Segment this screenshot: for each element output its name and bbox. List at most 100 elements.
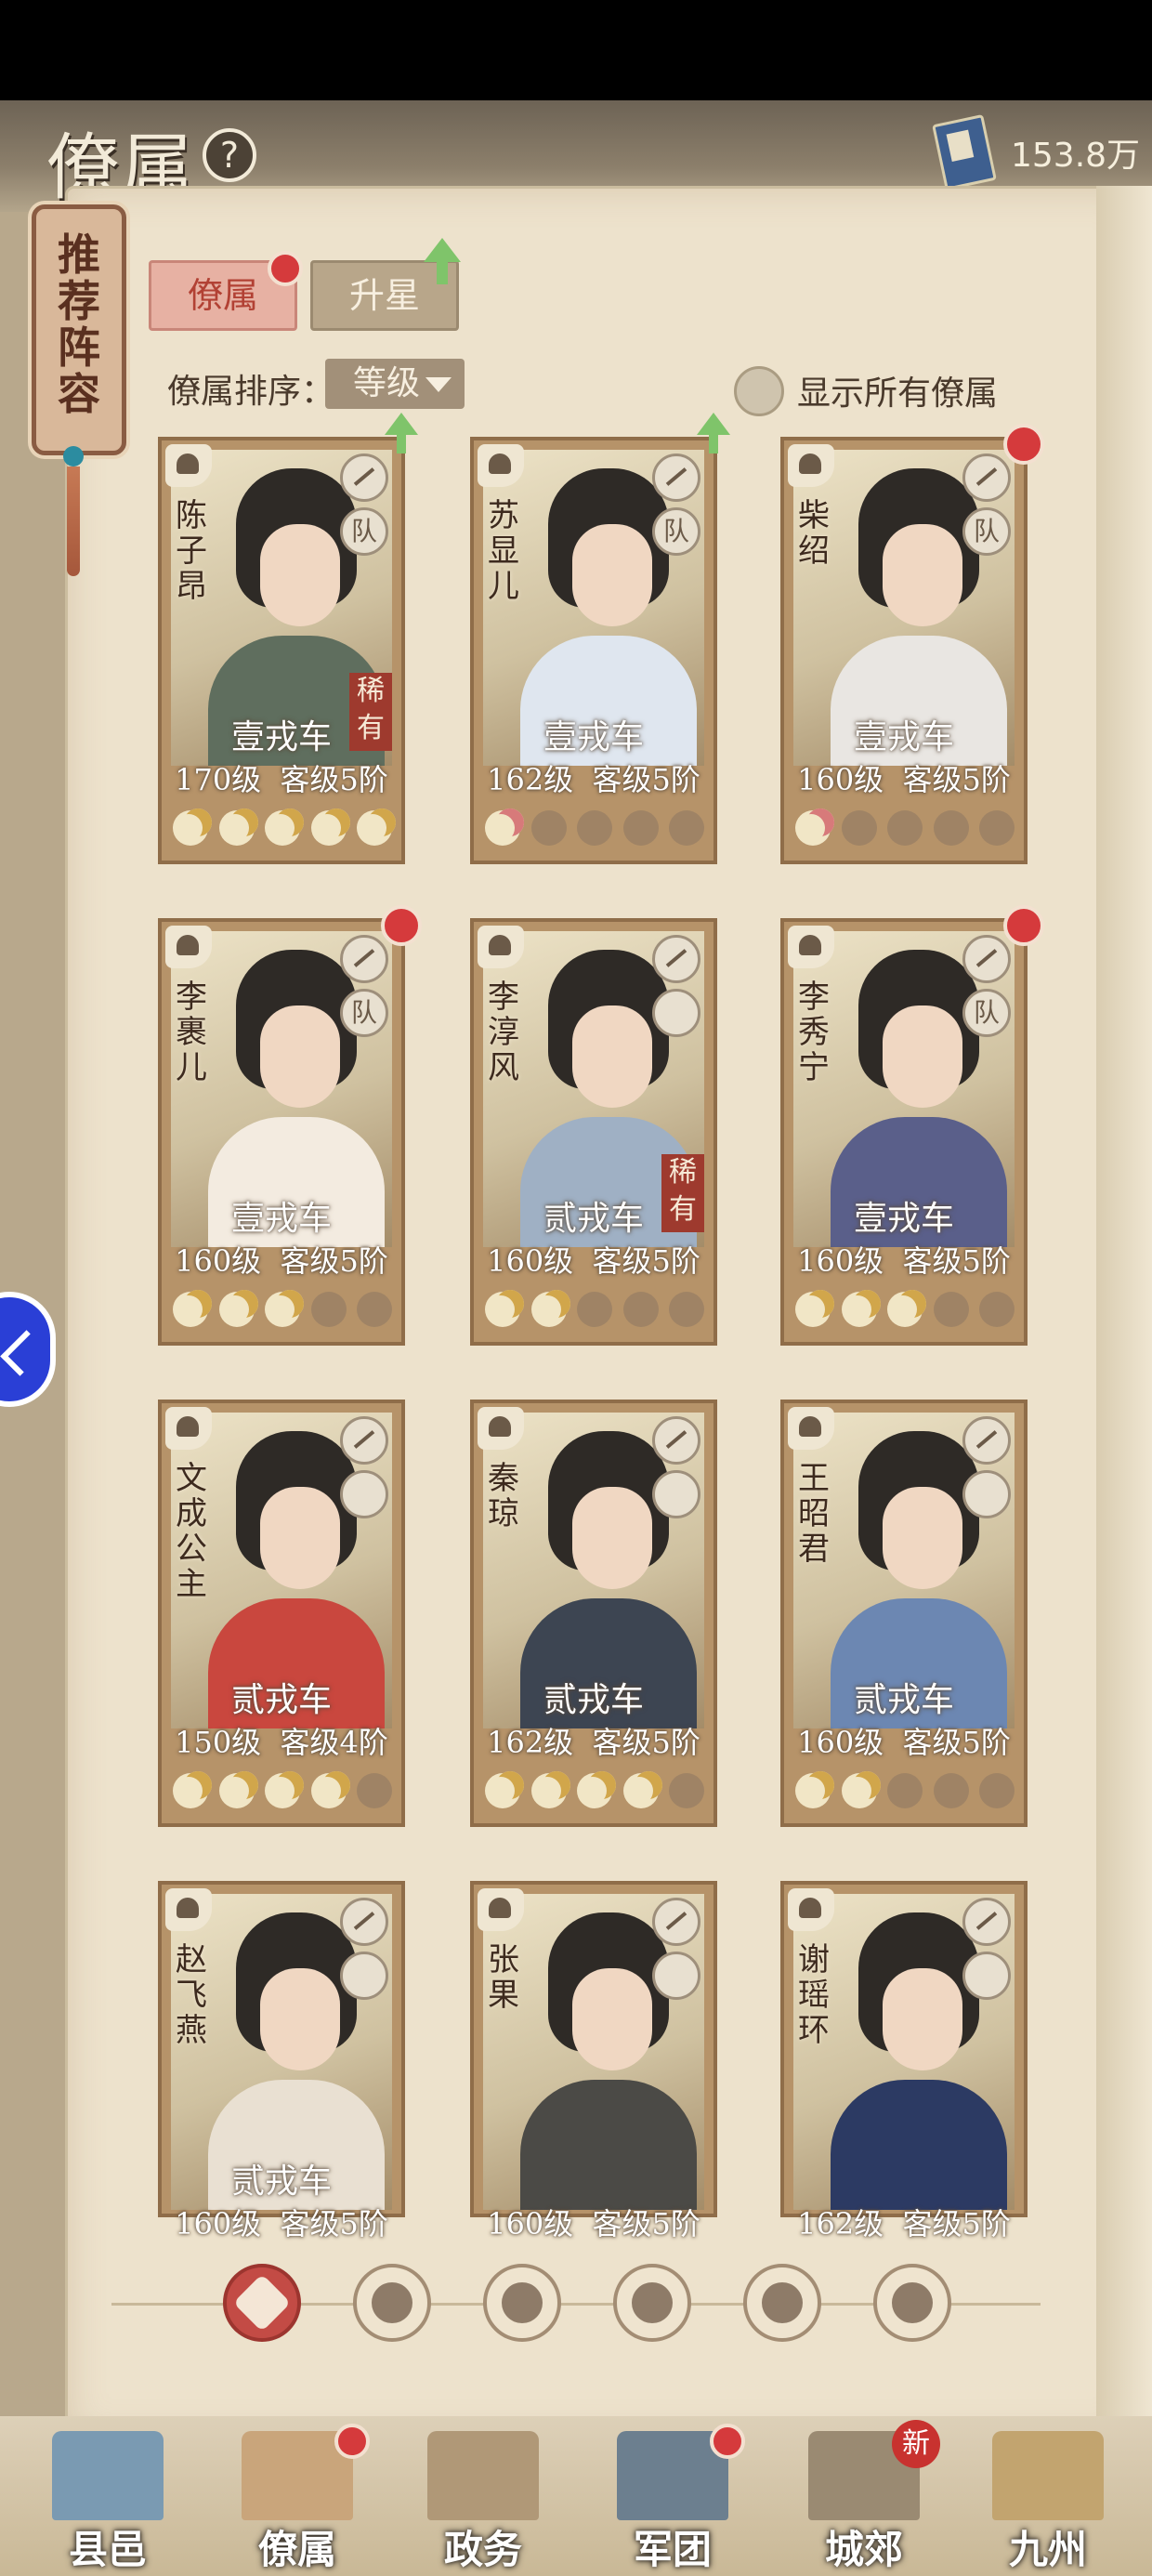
weapon-skill-icon [340, 935, 388, 983]
chariot-rank: 贰戎车 [230, 2162, 332, 2201]
class-icon [788, 1888, 834, 1931]
star-moons [795, 1286, 1015, 1333]
filter-beast-icon[interactable] [743, 2264, 821, 2342]
subordinate-card[interactable]: 李裹儿 队壹戎车 160级 客级5阶 [158, 918, 405, 1346]
portrait-skill-icon [962, 1470, 1011, 1518]
weapon-skill-icon [962, 1898, 1011, 1946]
level-text: 160级 客级5阶 [175, 2206, 388, 2241]
level-text: 162级 客级5阶 [487, 1725, 700, 1760]
subordinate-card[interactable]: 李淳风稀有贰戎车 160级 客级5阶 [470, 918, 717, 1346]
character-name: 陈子昂 [176, 497, 207, 605]
level-text: 160级 客级5阶 [487, 2206, 700, 2241]
character-name: 苏显儿 [488, 497, 519, 605]
team-skill-icon: 队 [340, 507, 388, 556]
class-icon [788, 926, 834, 968]
moon-icon [622, 1292, 659, 1327]
level-text: 160级 客级5阶 [797, 1725, 1011, 1760]
recommended-lineup-tag[interactable]: 推荐阵容 [32, 204, 126, 455]
upgrade-arrow-icon [385, 413, 418, 453]
moon-icon [357, 808, 396, 846]
card-notification-dot [381, 905, 422, 946]
moon-icon [841, 810, 877, 846]
moon-icon [795, 1290, 834, 1327]
nav-building-icon [992, 2431, 1104, 2520]
filter-leaf-icon[interactable] [873, 2264, 951, 2342]
nav-item[interactable]: 九州 [974, 2431, 1122, 2572]
level-text: 160级 客级5阶 [797, 762, 1011, 797]
card-notification-dot [1003, 424, 1044, 465]
sort-dropdown[interactable]: 等级 [325, 359, 465, 409]
chariot-rank: 贰戎车 [543, 1681, 644, 1719]
moon-icon [669, 1773, 704, 1808]
chariot-rank: 壹戎车 [230, 718, 332, 756]
subordinate-card[interactable]: 文成公主贰戎车 150级 客级4阶 [158, 1400, 405, 1827]
sort-label: 僚属排序： [167, 373, 335, 411]
subordinate-card[interactable]: 张果 160级 客级5阶 [470, 1881, 717, 2241]
filter-scholar-icon[interactable] [353, 2264, 431, 2342]
subordinate-card[interactable]: 陈子昂队稀有壹戎车 170级 客级5阶 [158, 437, 405, 864]
star-moons [795, 1768, 1015, 1814]
weapon-skill-icon [962, 935, 1011, 983]
moon-icon [795, 1771, 834, 1808]
subordinate-card[interactable]: 赵飞燕贰戎车 160级 客级5阶 [158, 1881, 405, 2241]
moon-icon [841, 1771, 881, 1808]
new-badge: 新 [892, 2420, 940, 2468]
moon-icon [218, 808, 258, 846]
level-text: 160级 客级5阶 [487, 1243, 700, 1279]
star-moons [485, 1286, 704, 1333]
chariot-rank: 壹戎车 [853, 1200, 954, 1238]
chariot-rank: 壹戎车 [853, 718, 954, 756]
book-currency-icon [932, 113, 997, 191]
chariot-rank: 贰戎车 [543, 1200, 644, 1238]
portrait-skill-icon [652, 1952, 700, 2000]
filter-gourd-icon[interactable] [483, 2264, 561, 2342]
status-bar-area [0, 0, 1152, 100]
upgrade-arrow-icon [424, 238, 461, 284]
nav-notification-dot [710, 2424, 745, 2459]
help-icon[interactable]: ? [203, 128, 256, 182]
nav-item[interactable]: 县邑 [33, 2431, 182, 2572]
moon-icon [933, 1292, 969, 1327]
filter-all-icon[interactable] [223, 2264, 301, 2342]
subordinate-card[interactable]: 秦琼贰戎车 162级 客级5阶 [470, 1400, 717, 1827]
book-spine [1096, 186, 1152, 2416]
filter-fan-icon[interactable] [613, 2264, 691, 2342]
level-text: 170级 客级5阶 [175, 762, 388, 797]
star-moons [485, 805, 704, 851]
nav-label: 城郊 [824, 2527, 903, 2572]
currency-display[interactable]: 153.8万 [932, 112, 1143, 191]
moon-icon [173, 808, 212, 846]
nav-item[interactable]: 政务 [409, 2431, 557, 2572]
chariot-rank: 壹戎车 [543, 718, 644, 756]
class-icon [788, 444, 834, 487]
class-icon [478, 926, 524, 968]
subordinate-card[interactable]: 王昭君贰戎车 160级 客级5阶 [780, 1400, 1028, 1827]
moon-icon [979, 810, 1015, 846]
moon-icon [357, 1292, 392, 1327]
weapon-skill-icon [340, 453, 388, 502]
weapon-skill-icon [652, 1898, 700, 1946]
show-all-label[interactable]: 显示所有僚属 [797, 366, 998, 414]
nav-label: 僚属 [257, 2527, 336, 2572]
moon-icon [577, 1771, 616, 1808]
character-name: 王昭君 [798, 1460, 830, 1568]
weapon-skill-icon [652, 1416, 700, 1465]
tassel-decoration [61, 446, 85, 576]
moon-icon [265, 1290, 304, 1327]
moon-icon [887, 1290, 926, 1327]
weapon-skill-icon [652, 453, 700, 502]
moon-icon [887, 1773, 923, 1808]
character-name: 张果 [488, 1941, 519, 2014]
subordinate-card[interactable]: 苏显儿 队壹戎车 162级 客级5阶 [470, 437, 717, 864]
character-name: 李淳风 [488, 979, 519, 1086]
moon-icon [265, 808, 304, 846]
moon-icon [310, 808, 350, 846]
subordinate-card[interactable]: 李秀宁 队壹戎车 160级 客级5阶 [780, 918, 1028, 1346]
subordinate-card[interactable]: 柴绍 队壹戎车 160级 客级5阶 [780, 437, 1028, 864]
moon-icon [669, 810, 704, 846]
nav-notification-dot [334, 2424, 370, 2459]
moon-icon [485, 1771, 524, 1808]
level-text: 162级 客级5阶 [487, 762, 700, 797]
subordinate-card[interactable]: 谢瑶环 162级 客级5阶 [780, 1881, 1028, 2241]
show-all-checkbox[interactable] [734, 366, 784, 416]
